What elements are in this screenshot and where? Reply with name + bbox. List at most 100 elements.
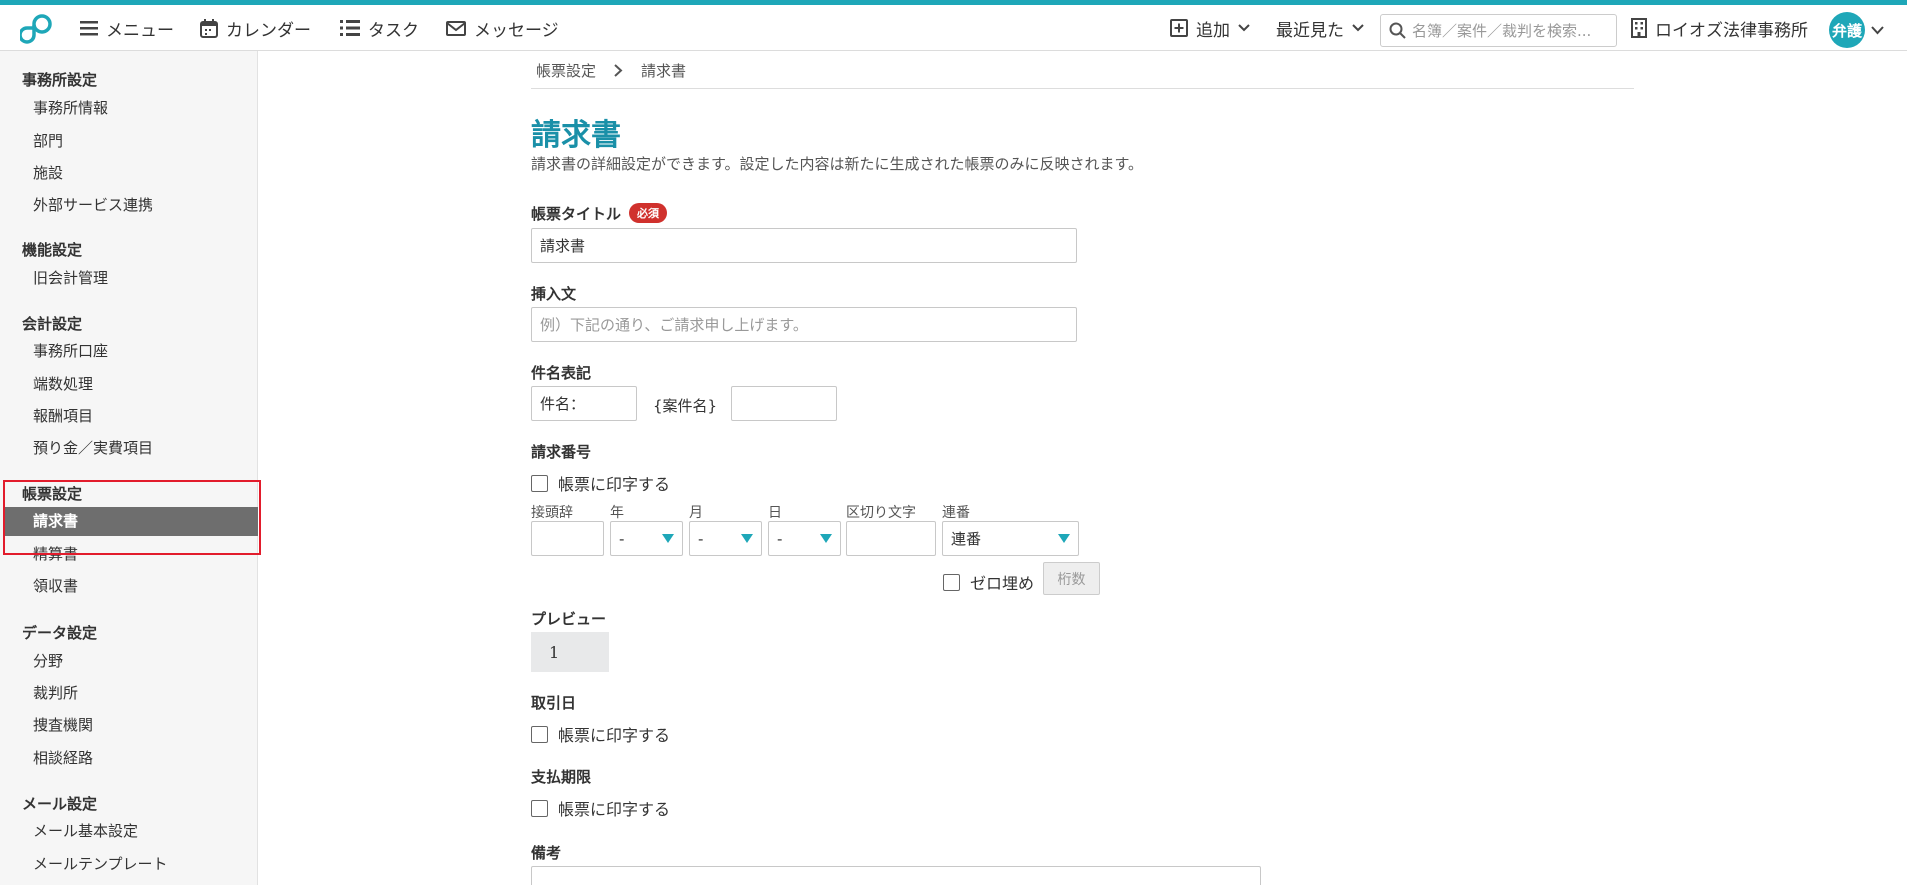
tasks-button[interactable]: タスク (340, 5, 419, 51)
trade-date-print-toggle[interactable]: 帳票に印字する (531, 722, 670, 746)
year-select[interactable]: - (610, 521, 683, 556)
sidebar-item-external-services[interactable]: 外部サービス連携 (33, 194, 153, 215)
month-select[interactable]: - (689, 521, 762, 556)
serial-select-value: 連番 (951, 530, 982, 548)
app-logo-icon[interactable] (20, 13, 60, 45)
prefix-input[interactable] (531, 521, 604, 556)
selection-highlight-box (3, 480, 261, 555)
doc-title-input[interactable] (531, 228, 1077, 263)
sidebar-item-deposit-expense[interactable]: 預り金／実費項目 (33, 437, 153, 458)
add-label: 追加 (1196, 20, 1230, 41)
chevron-right-icon (614, 64, 623, 77)
chevron-down-icon (1238, 24, 1250, 32)
zero-pad-label: ゼロ埋め (970, 574, 1035, 593)
insert-text-input[interactable] (531, 307, 1077, 342)
office-switcher[interactable]: ロイオズ法律事務所 (1631, 5, 1808, 51)
dropdown-arrow-icon (741, 534, 753, 543)
year-select-value: - (619, 529, 625, 548)
due-date-print-checkbox[interactable] (531, 799, 548, 817)
chevron-down-icon (1352, 24, 1364, 32)
subject-suffix-input[interactable] (731, 386, 837, 421)
calendar-icon (200, 18, 218, 38)
office-name: ロイオズ法律事務所 (1655, 20, 1808, 41)
month-label: 月 (689, 505, 703, 521)
recent-dropdown[interactable]: 最近見た (1276, 5, 1364, 51)
due-date-label: 支払期限 (531, 768, 592, 786)
subject-case-name-token: {案件名} (653, 397, 718, 415)
page-description: 請求書の詳細設定ができます。設定した内容は新たに生成された帳票のみに反映されます… (531, 155, 1144, 173)
separator-label: 区切り文字 (846, 505, 916, 521)
sidebar-item-fee-items[interactable]: 報酬項目 (33, 405, 93, 426)
dropdown-arrow-icon (820, 534, 832, 543)
zero-pad-toggle[interactable]: ゼロ埋め (943, 570, 1034, 594)
calendar-label: カレンダー (226, 20, 311, 41)
separator-input[interactable] (846, 521, 936, 556)
sidebar-item-facilities[interactable]: 施設 (33, 162, 63, 183)
sidebar-item-consultation-routes[interactable]: 相談経路 (33, 747, 93, 768)
required-badge: 必須 (629, 203, 668, 223)
invoice-number-print-toggle[interactable]: 帳票に印字する (531, 471, 670, 495)
sidebar-item-office-account[interactable]: 事務所口座 (33, 340, 108, 361)
prefix-label: 接頭辞 (531, 505, 573, 521)
chevron-down-icon[interactable] (1871, 26, 1884, 35)
plus-square-icon (1170, 19, 1188, 37)
sidebar-group-features: 機能設定 (22, 241, 83, 259)
remarks-textarea[interactable] (531, 866, 1261, 885)
sidebar-item-office-info[interactable]: 事務所情報 (33, 97, 108, 118)
breadcrumb-parent-link[interactable]: 帳票設定 (536, 60, 596, 81)
user-avatar[interactable]: 弁護 (1829, 12, 1865, 48)
sidebar-item-investigative-agencies[interactable]: 捜査機関 (33, 714, 93, 735)
due-date-print-toggle[interactable]: 帳票に印字する (531, 796, 670, 820)
tasks-label: タスク (368, 20, 419, 41)
subject-prefix-input[interactable] (531, 386, 637, 421)
remarks-label: 備考 (531, 844, 562, 862)
global-search[interactable] (1380, 14, 1617, 47)
trade-date-print-checkbox[interactable] (531, 725, 548, 743)
sidebar-item-legacy-accounting[interactable]: 旧会計管理 (33, 267, 108, 288)
due-date-print-label: 帳票に印字する (558, 800, 671, 819)
day-select[interactable]: - (768, 521, 841, 556)
sidebar-item-mail-basic[interactable]: メール基本設定 (33, 820, 138, 841)
invoice-number-label: 請求番号 (531, 443, 592, 461)
preview-label: プレビュー (531, 610, 607, 628)
sidebar-item-departments[interactable]: 部門 (33, 130, 63, 151)
breadcrumb: 帳票設定 請求書 (536, 60, 686, 81)
messages-button[interactable]: メッセージ (446, 5, 559, 51)
serial-select[interactable]: 連番 (942, 521, 1079, 556)
invoice-number-print-label: 帳票に印字する (558, 475, 671, 494)
sidebar-item-courts[interactable]: 裁判所 (33, 682, 78, 703)
menu-label: メニュー (106, 20, 174, 41)
sidebar-item-receipt[interactable]: 領収書 (33, 575, 78, 596)
search-icon (1389, 22, 1406, 39)
envelope-icon (446, 20, 466, 36)
dropdown-arrow-icon (1058, 534, 1070, 543)
digits-input[interactable]: 桁数 (1043, 562, 1100, 595)
invoice-number-print-checkbox[interactable] (531, 474, 548, 492)
page-title: 請求書 (531, 118, 621, 153)
breadcrumb-divider (531, 88, 1634, 89)
menu-button[interactable]: メニュー (80, 5, 174, 51)
serial-label: 連番 (942, 505, 970, 521)
day-select-value: - (777, 529, 783, 548)
dropdown-arrow-icon (662, 534, 674, 543)
sidebar-group-data: データ設定 (22, 624, 98, 642)
year-label: 年 (610, 505, 624, 521)
calendar-button[interactable]: カレンダー (200, 5, 311, 51)
sidebar-group-mail: メール設定 (22, 795, 98, 813)
add-dropdown[interactable]: 追加 (1170, 5, 1250, 51)
sidebar-group-office: 事務所設定 (22, 71, 98, 89)
sidebar-item-mail-templates[interactable]: メールテンプレート (33, 853, 168, 874)
hamburger-icon (80, 21, 98, 36)
insert-text-label: 挿入文 (531, 285, 577, 303)
sidebar-item-fields[interactable]: 分野 (33, 650, 63, 671)
breadcrumb-current: 請求書 (641, 62, 687, 80)
sidebar-item-rounding[interactable]: 端数処理 (33, 373, 93, 394)
search-input[interactable] (1412, 21, 1602, 40)
sidebar-group-accounting: 会計設定 (22, 315, 83, 333)
zero-pad-checkbox[interactable] (943, 573, 960, 591)
task-list-icon (340, 20, 360, 36)
month-select-value: - (698, 529, 704, 548)
doc-title-label: 帳票タイトル 必須 (531, 203, 668, 224)
trade-date-print-label: 帳票に印字する (558, 726, 671, 745)
top-navigation-bar: メニュー カレンダー タスク メッセージ 追加 最近見た ロイオズ法律事務所 弁… (0, 5, 1907, 51)
